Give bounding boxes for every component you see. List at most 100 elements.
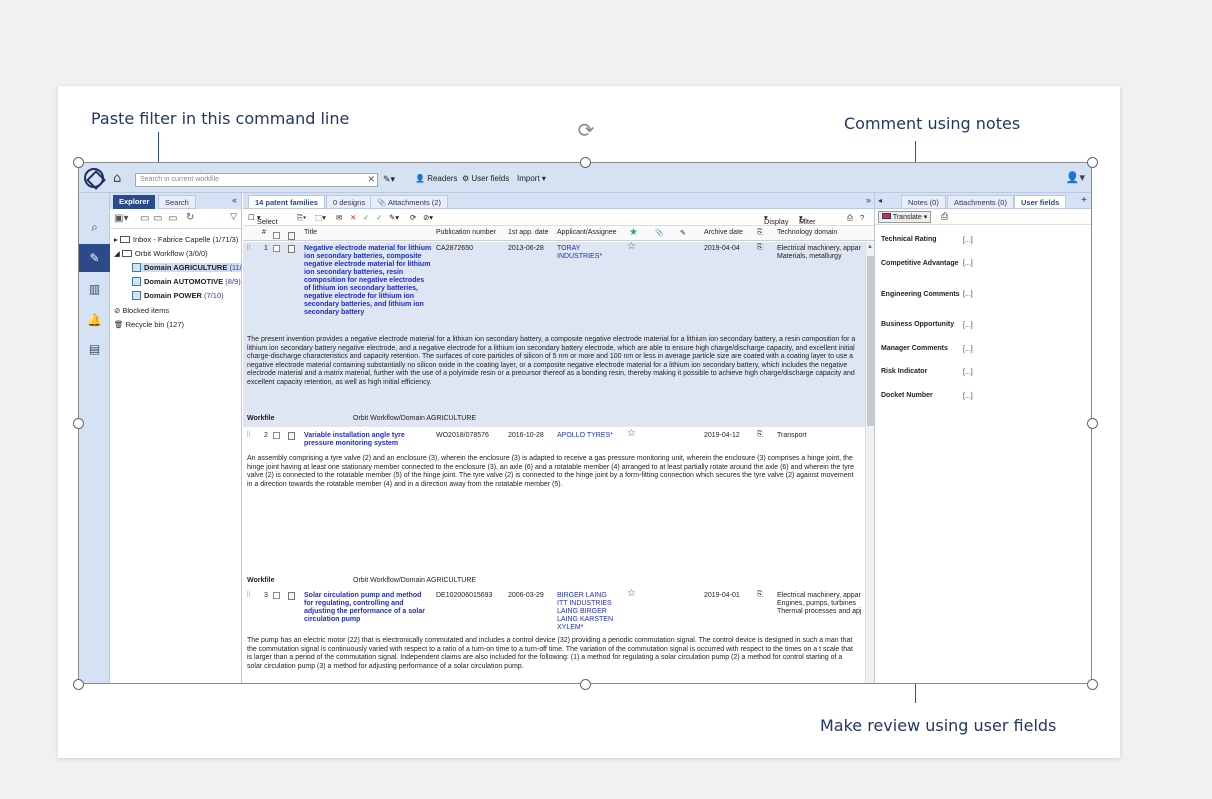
email-icon[interactable]: ✉ (336, 213, 342, 222)
col-technology[interactable]: Technology domain (777, 229, 837, 236)
applicant-link[interactable]: APOLLO TYRES* (557, 432, 627, 440)
alert-bell-icon[interactable]: 🔔 (79, 306, 110, 334)
display-button[interactable]: Display ▾ (764, 213, 768, 222)
col-title[interactable]: Title (304, 229, 317, 236)
tree-item-orbit-workflow[interactable]: ◢ Orbit Workflow (3/0/0) (114, 249, 208, 258)
new-folder-icon[interactable]: ▣▾ (114, 213, 128, 224)
tree-item-recycle-bin[interactable]: 🗑 Recycle bin (127) (114, 320, 184, 329)
tree-item-blocked[interactable]: ⊘ Blocked items (114, 306, 169, 315)
patent-title-link[interactable]: Negative electrode material for lithium … (304, 245, 432, 317)
prev-tab-icon[interactable]: ◂ (878, 196, 882, 205)
field-business-opportunity-value[interactable]: [...] (963, 322, 973, 329)
readers-button[interactable]: 👤 Readers (415, 174, 457, 183)
reject-icon[interactable]: ✕ (350, 213, 356, 222)
col-publication[interactable]: Publication number (436, 229, 496, 236)
pdf-icon[interactable]: ⎘ (757, 431, 763, 439)
pdf-icon[interactable]: ⎘ (757, 591, 763, 599)
applicant-link[interactable]: TORAY INDUSTRIES* (557, 245, 621, 261)
tab-side-attachments[interactable]: Attachments (0) (947, 195, 1014, 209)
drag-handle[interactable]: ⠿ (246, 245, 251, 253)
field-competitive-advantage-value[interactable]: [...] (963, 260, 973, 267)
home-icon[interactable]: ⌂ (113, 171, 121, 186)
move-folder-icon[interactable]: ▭ (168, 213, 177, 224)
note-column-icon[interactable]: ✎ (680, 229, 686, 237)
pdf-icon[interactable]: ⎘ (757, 244, 763, 252)
tab-explorer[interactable]: Explorer (113, 195, 155, 209)
analytics-icon[interactable]: ▥ (79, 275, 110, 303)
tab-patent-families[interactable]: 14 patent families (248, 195, 325, 209)
resize-handle-t[interactable] (580, 157, 591, 168)
rotate-handle-icon[interactable]: ⟳ (575, 119, 597, 141)
user-fields-button[interactable]: ⚙ User fields (462, 174, 509, 183)
col-applicant[interactable]: Applicant/Assignee (557, 229, 617, 236)
field-manager-comments-value[interactable]: [...] (963, 346, 973, 353)
star-icon[interactable]: ☆ (627, 430, 636, 438)
results-scrollbar[interactable]: ▲ (865, 242, 874, 683)
resize-handle-b[interactable] (580, 679, 591, 690)
table-row[interactable]: ⠿ 3 Solar circulation pump and method fo… (243, 589, 865, 684)
add-tab-icon[interactable]: + (1081, 195, 1087, 206)
tag-icon[interactable]: ⬚▾ (315, 213, 326, 222)
command-line-input[interactable]: Search in current workfile ✕ (135, 173, 378, 187)
expand-icon[interactable]: » (866, 195, 871, 205)
row-checkbox[interactable] (273, 245, 280, 255)
tab-user-fields[interactable]: User fields (1014, 195, 1066, 209)
folder-icon[interactable]: ▭ (153, 213, 162, 224)
resize-handle-l[interactable] (73, 418, 84, 429)
resize-handle-tr[interactable] (1087, 157, 1098, 168)
field-docket-number-value[interactable]: [...] (963, 393, 973, 400)
open-folder-icon[interactable]: ▭ (140, 213, 149, 224)
patent-title-link[interactable]: Variable installation angle tyre pressur… (304, 432, 432, 448)
clear-icon[interactable]: ✕ (367, 174, 375, 185)
account-icon[interactable]: 👤▾ (1066, 171, 1085, 184)
annotate-icon[interactable]: ✎▾ (389, 213, 399, 222)
row-checkbox[interactable] (273, 432, 280, 442)
col-number[interactable]: # (262, 229, 266, 236)
print-icon[interactable]: ⎙ (847, 213, 853, 223)
search-icon[interactable]: ⌕ (79, 213, 110, 241)
patent-title-link[interactable]: Solar circulation pump and method for re… (304, 592, 432, 624)
filter-button[interactable]: ⛛ Filter ▾ (799, 213, 803, 222)
tree-item-inbox[interactable]: ▸ Inbox - Fabrice Capelle (1/71/3) (114, 235, 238, 244)
refresh-icon[interactable]: ↻ (186, 212, 194, 223)
print-icon[interactable]: ⎙ (941, 211, 948, 222)
select-button[interactable]: ☐ Select ▾ (248, 213, 261, 222)
sync-icon[interactable]: ⟳ (410, 213, 416, 222)
drag-handle[interactable]: ⠿ (246, 592, 251, 600)
highlighter-icon[interactable]: ✎▾ (383, 174, 395, 185)
field-technical-rating-value[interactable]: [...] (963, 237, 973, 244)
scroll-up-icon[interactable]: ▲ (867, 244, 873, 250)
copy-icon[interactable]: ⎘▾ (297, 213, 306, 223)
import-button[interactable]: Import ▾ (517, 174, 546, 183)
tree-item-domain-power[interactable]: Domain POWER (7/10) (132, 291, 224, 300)
accept-all-icon[interactable]: ✓ (376, 213, 382, 222)
scroll-thumb[interactable] (867, 256, 874, 426)
table-row[interactable]: ⠿ 1 Negative electrode material for lith… (243, 242, 865, 427)
tab-search[interactable]: Search (158, 195, 196, 209)
resize-handle-tl[interactable] (73, 157, 84, 168)
resize-handle-br[interactable] (1087, 679, 1098, 690)
report-icon[interactable]: ▤ (79, 335, 110, 363)
collapse-icon[interactable]: « (232, 195, 237, 205)
help-icon[interactable]: ? (860, 213, 864, 222)
attachment-column-icon[interactable]: 📎 (655, 229, 664, 237)
pdf-column-icon[interactable]: ⎘ (757, 229, 763, 237)
block-icon[interactable]: ⊘▾ (423, 213, 433, 222)
accept-icon[interactable]: ✓ (363, 213, 369, 222)
applicant-link[interactable]: BIRGER LAING ITT INDUSTRIES LAING BIRGER… (557, 592, 619, 632)
star-column-icon[interactable]: ★ (629, 227, 638, 238)
translate-button[interactable]: Translate ▾ (878, 211, 931, 223)
tab-designs[interactable]: 0 designs (326, 195, 372, 209)
tab-attachments[interactable]: 📎 Attachments (2) (370, 195, 448, 209)
row-checkbox[interactable] (273, 592, 280, 602)
tab-notes[interactable]: Notes (0) (901, 195, 946, 209)
tree-item-domain-agriculture[interactable]: Domain AGRICULTURE (11/ (132, 263, 241, 272)
workfile-icon[interactable]: ✎ (79, 244, 110, 272)
field-risk-indicator-value[interactable]: [...] (963, 369, 973, 376)
star-icon[interactable]: ☆ (627, 243, 636, 251)
dropdown-icon[interactable]: ▽ (230, 211, 237, 222)
table-row[interactable]: ⠿ 2 Variable installation angle tyre pre… (243, 429, 865, 589)
star-icon[interactable]: ☆ (627, 590, 636, 598)
field-engineering-comments-value[interactable]: [...] (963, 291, 973, 298)
col-archive-date[interactable]: Archive date (704, 229, 743, 236)
